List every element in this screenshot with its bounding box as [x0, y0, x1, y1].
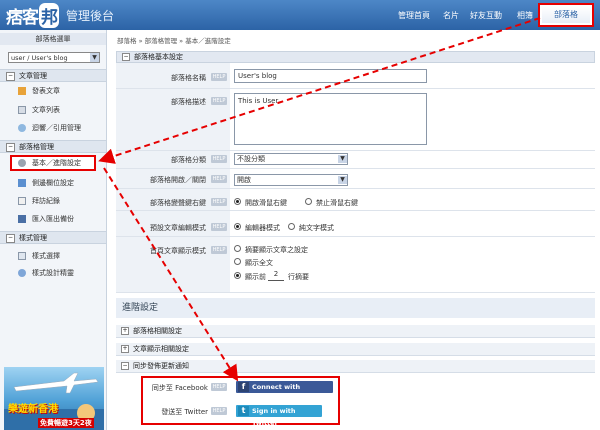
- arrow-to-sidebar: [98, 17, 541, 164]
- arrow-to-social: [103, 167, 239, 382]
- annotation-arrows: [98, 17, 541, 382]
